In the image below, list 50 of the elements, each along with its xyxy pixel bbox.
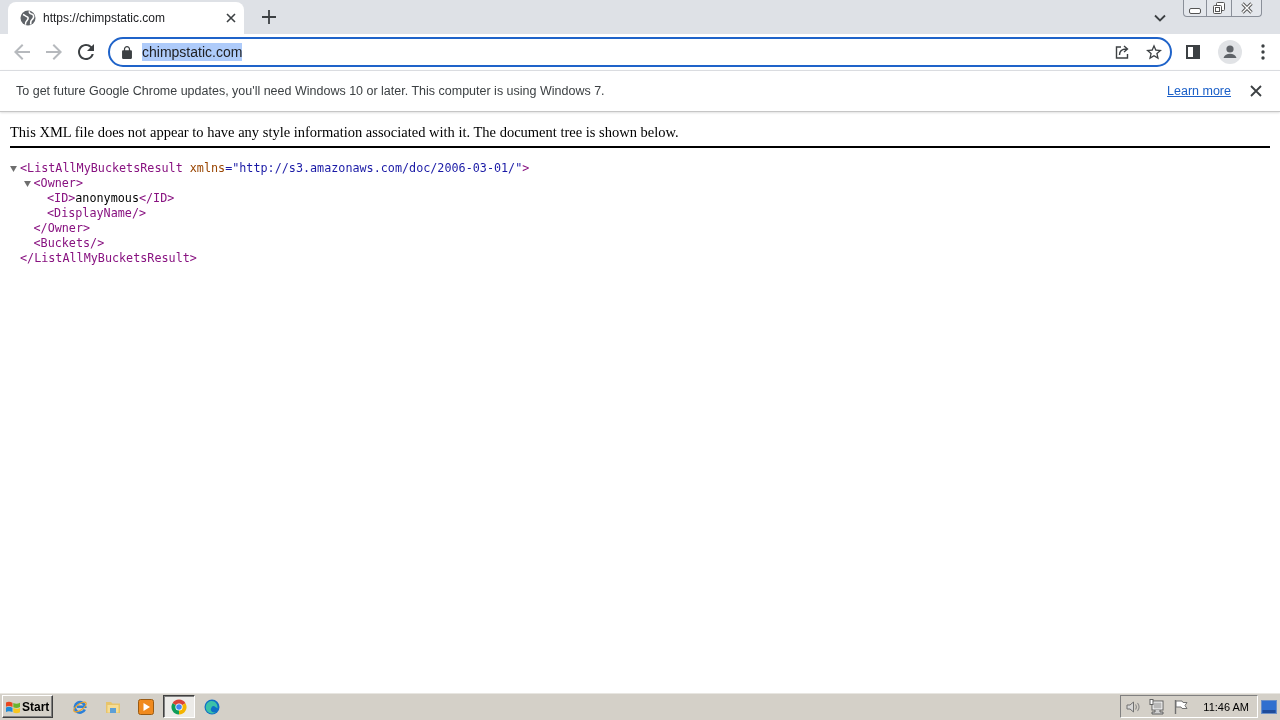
disclosure-triangle-icon[interactable]	[10, 165, 17, 172]
xml-style-notice: This XML file does not appear to have any style information associated with it. The document tree is shown below.	[10, 124, 679, 140]
network-icon[interactable]	[1149, 698, 1166, 715]
share-icon[interactable]	[1114, 44, 1130, 60]
xml-tag: <DisplayName/>	[47, 206, 147, 221]
xml-tag: <Buckets/>	[33, 236, 105, 251]
address-text[interactable]: chimpstatic.com	[142, 43, 243, 61]
chevron-down-icon[interactable]	[1154, 14, 1166, 22]
profile-avatar-icon[interactable]	[1218, 40, 1242, 64]
restore-icon	[1213, 2, 1225, 14]
learn-more-link[interactable]: Learn more	[1167, 84, 1231, 98]
side-panel-icon[interactable]	[1186, 45, 1200, 59]
browser-tab[interactable]: https://chimpstatic.com	[8, 2, 244, 34]
play-icon	[138, 698, 154, 715]
close-window-button[interactable]	[1232, 0, 1262, 17]
xml-tag: <ID>	[47, 191, 76, 206]
xml-attribute-value: ="http://s3.amazonaws.com/doc/2006-03-01/"	[225, 161, 523, 176]
start-button[interactable]: Start	[2, 695, 53, 718]
close-icon	[1240, 2, 1253, 14]
menu-icon[interactable]	[1261, 44, 1265, 60]
e-globe-icon	[72, 698, 88, 715]
infobar-message: To get future Google Chrome updates, you'll need Windows 10 or later. This computer is using Windows 7.	[16, 84, 605, 98]
xml-tag: <ListAllMyBucketsResult	[20, 161, 183, 176]
xml-tag: <Owner>	[33, 176, 84, 191]
flag-icon[interactable]	[1173, 698, 1190, 715]
xml-attribute-name: xmlns	[189, 161, 226, 176]
tab-title: https://chimpstatic.com	[43, 11, 167, 25]
close-icon[interactable]	[226, 13, 236, 23]
clock-time[interactable]: 11:46 AM	[1203, 700, 1249, 713]
minimize-button[interactable]	[1183, 0, 1207, 17]
xml-tag: </ID>	[138, 191, 175, 206]
xml-tag: </ListAllMyBucketsResult>	[20, 251, 197, 266]
address-bar[interactable]: chimpstatic.com	[108, 37, 1172, 67]
xml-tag: </Owner>	[33, 221, 91, 236]
taskbar-button[interactable]	[163, 695, 195, 718]
bookmark-star-icon[interactable]	[1146, 44, 1162, 60]
plus-icon[interactable]	[262, 10, 276, 24]
xml-text: anonymous	[75, 191, 139, 206]
disclosure-triangle-icon[interactable]	[23, 180, 31, 187]
minimize-icon	[1189, 8, 1201, 14]
restore-button[interactable]	[1207, 0, 1232, 17]
reload-icon[interactable]	[78, 44, 94, 60]
close-icon[interactable]	[1250, 85, 1262, 97]
browser-logo-icon	[171, 698, 187, 715]
swirl-logo-icon	[204, 698, 220, 715]
speaker-icon[interactable]	[1125, 698, 1142, 715]
xml-tag: >	[522, 161, 530, 176]
lock-icon	[122, 45, 132, 59]
show-desktop-icon[interactable]	[1261, 699, 1277, 714]
globe-icon	[20, 10, 36, 26]
